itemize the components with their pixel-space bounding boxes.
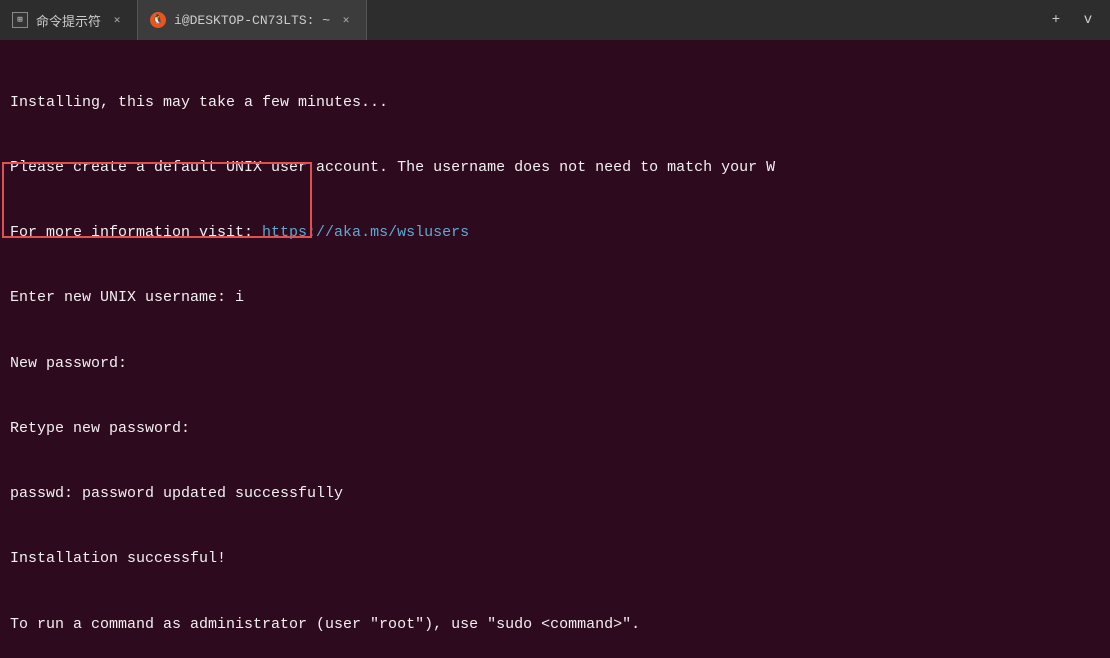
tab-ubuntu[interactable]: 🐧 i@DESKTOP-CN73LTS: ~ ✕ bbox=[138, 0, 367, 40]
terminal-line-6: Retype new password: bbox=[10, 418, 1100, 440]
terminal-line-9: To run a command as administrator (user … bbox=[10, 614, 1100, 636]
terminal-output: Installing, this may take a few minutes.… bbox=[10, 48, 1100, 658]
tab-cmd-label: 命令提示符 bbox=[36, 11, 101, 30]
ubuntu-icon: 🐧 bbox=[150, 12, 166, 28]
terminal-content[interactable]: Installing, this may take a few minutes.… bbox=[0, 40, 1110, 658]
tab-ubuntu-close[interactable]: ✕ bbox=[338, 12, 354, 28]
new-tab-button[interactable]: + bbox=[1042, 6, 1070, 34]
tab-cmd[interactable]: ⊞ 命令提示符 ✕ bbox=[0, 0, 138, 40]
tab-cmd-close[interactable]: ✕ bbox=[109, 12, 125, 28]
terminal-line-5: New password: bbox=[10, 353, 1100, 375]
cmd-icon: ⊞ bbox=[12, 12, 28, 28]
window: ⊞ 命令提示符 ✕ 🐧 i@DESKTOP-CN73LTS: ~ ✕ + v I… bbox=[0, 0, 1110, 658]
terminal-line-7: passwd: password updated successfully bbox=[10, 483, 1100, 505]
titlebar: ⊞ 命令提示符 ✕ 🐧 i@DESKTOP-CN73LTS: ~ ✕ + v bbox=[0, 0, 1110, 40]
titlebar-actions: + v bbox=[1034, 6, 1110, 34]
wslusers-url: https://aka.ms/wslusers bbox=[262, 224, 469, 241]
dropdown-button[interactable]: v bbox=[1074, 6, 1102, 34]
terminal-line-2: Please create a default UNIX user accoun… bbox=[10, 157, 1100, 179]
terminal-line-8: Installation successful! bbox=[10, 548, 1100, 570]
terminal-line-4: Enter new UNIX username: i bbox=[10, 287, 1100, 309]
terminal-line-3: For more information visit: https://aka.… bbox=[10, 222, 1100, 244]
terminal-line-1: Installing, this may take a few minutes.… bbox=[10, 92, 1100, 114]
tab-ubuntu-label: i@DESKTOP-CN73LTS: ~ bbox=[174, 13, 330, 28]
